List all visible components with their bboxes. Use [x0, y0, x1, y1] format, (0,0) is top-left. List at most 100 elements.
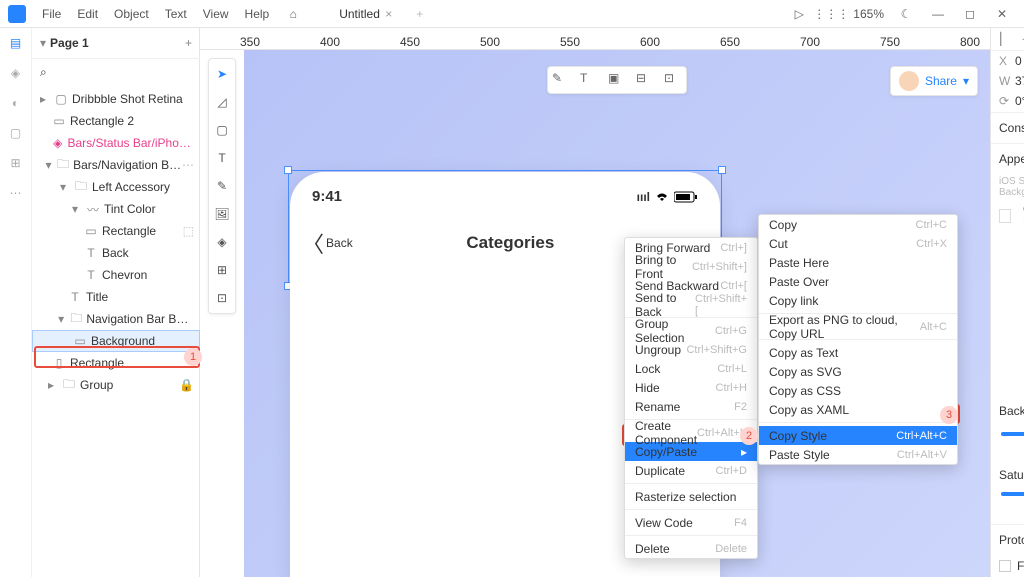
menu-edit[interactable]: Edit	[71, 3, 104, 25]
ctx-export-png[interactable]: Export as PNG to cloud, Copy URLAlt+C	[759, 317, 957, 336]
layer-artboard[interactable]: ▸▢Dribbble Shot Retina	[32, 88, 200, 110]
saturation-slider[interactable]	[991, 486, 1024, 502]
ctx-paste-style[interactable]: Paste StyleCtrl+Alt+V	[759, 445, 957, 464]
ctx-bring-to-front[interactable]: Bring to FrontCtrl+Shift+]	[625, 257, 757, 276]
play-icon[interactable]: ▷	[785, 0, 813, 28]
prototyping-section[interactable]: Prototyping+	[991, 524, 1024, 555]
mask-icon[interactable]: ⬚	[183, 224, 194, 238]
plugins-icon[interactable]: ⊞	[7, 154, 25, 172]
ctx-group[interactable]: Group SelectionCtrl+G	[625, 321, 757, 340]
edit-icon[interactable]: ✎	[552, 71, 570, 89]
crop-icon[interactable]: ⊡	[664, 71, 682, 89]
theme-icon[interactable]: ☾	[892, 0, 920, 28]
ctx-copy[interactable]: CopyCtrl+C	[759, 215, 957, 234]
page-header[interactable]: ▾ Page 1 +	[32, 28, 200, 59]
share-button[interactable]: Share ▾	[890, 66, 978, 96]
styles-icon[interactable]: ◐	[7, 94, 25, 112]
frame-tool-icon[interactable]: ◿	[213, 93, 231, 111]
ctx-rename[interactable]: RenameF2	[625, 397, 757, 416]
checkbox[interactable]	[999, 560, 1011, 572]
ctx-create-component[interactable]: Create ComponentCtrl+Alt+K	[625, 423, 757, 442]
prop-rotation[interactable]: ⟳0°	[991, 91, 1024, 112]
options-icon[interactable]: ⋯	[182, 158, 194, 172]
align-left-icon[interactable]: ▏	[1000, 32, 1014, 46]
properties-panel: ▏ ┼ ▕ ▔ ╋ ▁ ≡ X0 Y0 ⇄ W375 H88 ⇱ ⟳0° ⌐Mi…	[990, 28, 1024, 577]
layer-navbar-folder[interactable]: ▾🗀Bars/Navigation Bar/iPhone - ...⋯	[32, 154, 200, 176]
ctx-rasterize[interactable]: Rasterize selection	[625, 487, 757, 506]
pen-tool-icon[interactable]: ✎	[213, 177, 231, 195]
more-icon[interactable]: ⋯	[7, 184, 25, 202]
ctx-copy-svg[interactable]: Copy as SVG	[759, 362, 957, 381]
layer-tint-color[interactable]: ▾〰Tint Color	[32, 198, 200, 220]
add-tab-icon[interactable]: +	[416, 7, 423, 21]
ctx-copy-text[interactable]: Copy as Text	[759, 343, 957, 362]
bg-blur-slider[interactable]	[991, 426, 1024, 442]
home-icon[interactable]: ⌂	[279, 0, 307, 28]
zoom-level[interactable]: 165%	[849, 7, 888, 21]
ctx-copy-style[interactable]: Copy StyleCtrl+Alt+C	[759, 426, 957, 445]
ctx-paste-here[interactable]: Paste Here	[759, 253, 957, 272]
layer-label: Rectangle 2	[70, 114, 134, 128]
expand-icon[interactable]: ▾	[40, 36, 46, 50]
layers-icon[interactable]: ▤	[7, 34, 25, 52]
move-tool-icon[interactable]: ➤	[213, 65, 231, 83]
ctx-lock[interactable]: LockCtrl+L	[625, 359, 757, 378]
menu-help[interactable]: Help	[239, 3, 276, 25]
search-layers[interactable]: ⌕	[32, 59, 200, 86]
layer-left-accessory[interactable]: ▾🗀Left Accessory	[32, 176, 200, 198]
appearance-section[interactable]: Appearance⌃	[991, 143, 1024, 174]
ctx-copy-css[interactable]: Copy as CSS	[759, 381, 957, 400]
components-icon[interactable]: ◈	[7, 64, 25, 82]
grid-icon[interactable]: ⋮⋮⋮	[817, 0, 845, 28]
prop-x[interactable]: X0	[991, 51, 1024, 71]
layer-background-selected[interactable]: ▭Background	[32, 330, 200, 352]
spread-row[interactable]: 0 ◉	[991, 330, 1024, 352]
component-tool-icon[interactable]: ◈	[213, 233, 231, 251]
menu-object[interactable]: Object	[108, 3, 155, 25]
text-edit-icon[interactable]: T	[580, 71, 598, 89]
ctx-paste-over[interactable]: Paste Over	[759, 272, 957, 291]
document-tab[interactable]: Untitled ×	[331, 3, 400, 25]
text-tool-icon[interactable]: T	[213, 149, 231, 167]
layer-rectangle-tint[interactable]: ▭Rectangle⬚	[32, 220, 200, 242]
bg-blur-section[interactable]: Background Blur🗑	[991, 396, 1024, 426]
app-logo[interactable]	[8, 5, 26, 23]
layer-chevron[interactable]: TChevron	[32, 264, 200, 286]
layer-statusbar-component[interactable]: ◈Bars/Status Bar/iPhone/Light	[32, 132, 200, 154]
ctx-ungroup[interactable]: UngroupCtrl+Shift+G	[625, 340, 757, 359]
add-page-icon[interactable]: +	[185, 36, 192, 50]
ctx-hide[interactable]: HideCtrl+H	[625, 378, 757, 397]
ctx-send-to-back[interactable]: Send to BackCtrl+Shift+[	[625, 295, 757, 314]
shapes-tool-icon[interactable]: ⊞	[213, 261, 231, 279]
comments-tool-icon[interactable]: ⊡	[213, 289, 231, 307]
close-window-icon[interactable]: ✕	[988, 0, 1016, 28]
menu-view[interactable]: View	[197, 3, 235, 25]
align-tool-icon[interactable]: ⊟	[636, 71, 654, 89]
minimize-icon[interactable]: —	[924, 0, 952, 28]
image-tool-icon[interactable]: 🖼	[213, 205, 231, 223]
layer-rectangle-last[interactable]: ▯Rectangle	[32, 352, 200, 374]
ctx-cut[interactable]: CutCtrl+X	[759, 234, 957, 253]
layer-rectangle2[interactable]: ▭Rectangle 2	[32, 110, 200, 132]
ctx-view-code[interactable]: View CodeF4	[625, 513, 757, 532]
close-tab-icon[interactable]: ×	[382, 7, 392, 21]
menu-file[interactable]: File	[36, 3, 67, 25]
ctx-copy-xaml[interactable]: Copy as XAML	[759, 400, 957, 419]
layer-back-text[interactable]: TBack	[32, 242, 200, 264]
ctx-copy-link[interactable]: Copy link	[759, 291, 957, 310]
layer-navbar-bg[interactable]: ▾🗀Navigation Bar Background	[32, 308, 200, 330]
images-icon[interactable]: ▢	[7, 124, 25, 142]
fix-position-row[interactable]: Fix Position on Scroll	[991, 555, 1024, 577]
ctx-copy-paste-submenu[interactable]: Copy/Paste▸	[625, 442, 757, 461]
ctx-duplicate[interactable]: DuplicateCtrl+D	[625, 461, 757, 480]
prop-w[interactable]: W375	[991, 71, 1024, 91]
layer-style-row[interactable]: Chrome (Navigation Bar)* ▾	[999, 200, 1024, 232]
layer-group[interactable]: ▸🗀Group🔒	[32, 374, 200, 396]
boolean-icon[interactable]: ▣	[608, 71, 626, 89]
maximize-icon[interactable]: ◻	[956, 0, 984, 28]
menu-text[interactable]: Text	[159, 3, 193, 25]
layer-title[interactable]: TTitle	[32, 286, 200, 308]
constraints-section[interactable]: Constraints⌄	[991, 112, 1024, 143]
ctx-delete[interactable]: DeleteDelete	[625, 539, 757, 558]
rectangle-tool-icon[interactable]: ▢	[213, 121, 231, 139]
